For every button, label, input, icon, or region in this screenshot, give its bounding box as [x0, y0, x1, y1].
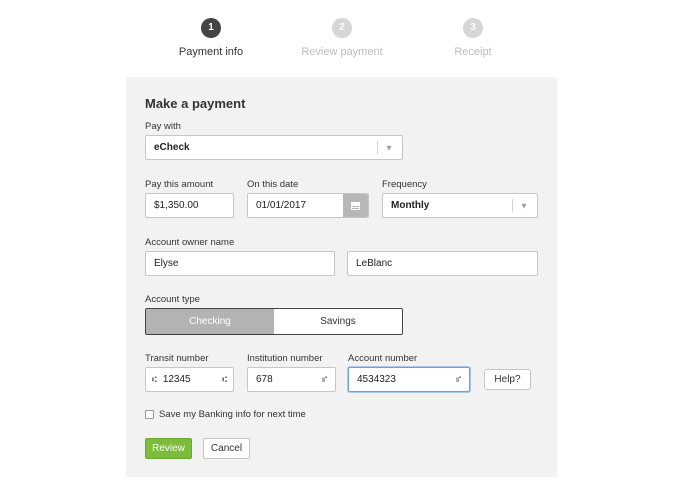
- account-number-label: Account number: [348, 353, 418, 364]
- account-type-label: Account type: [145, 294, 200, 305]
- cancel-button[interactable]: Cancel: [203, 438, 250, 459]
- institution-label: Institution number: [247, 353, 323, 364]
- first-name-input[interactable]: Elyse: [145, 251, 335, 276]
- institution-value: 678: [256, 374, 273, 385]
- step-label: Review payment: [301, 46, 383, 58]
- check-digits-icon: ⑈: [322, 375, 327, 384]
- form-title: Make a payment: [145, 96, 246, 111]
- amount-value: $1,350.00: [154, 200, 199, 211]
- review-button[interactable]: Review: [145, 438, 192, 459]
- institution-input[interactable]: 678 ⑈: [247, 367, 336, 392]
- routing-icon: ⑆: [152, 375, 157, 384]
- last-name-value: LeBlanc: [356, 258, 393, 269]
- step-number: 2: [332, 18, 352, 38]
- transit-value: 12345: [162, 374, 191, 385]
- transit-label: Transit number: [145, 353, 209, 364]
- help-button[interactable]: Help?: [484, 369, 531, 390]
- first-name-value: Elyse: [154, 258, 179, 269]
- check-digits-icon: ⑈: [456, 375, 461, 384]
- frequency-value: Monthly: [391, 200, 430, 211]
- step-label: Receipt: [454, 46, 492, 58]
- last-name-input[interactable]: LeBlanc: [347, 251, 538, 276]
- frequency-label: Frequency: [382, 179, 427, 190]
- save-banking-row: Save my Banking info for next time: [145, 409, 306, 420]
- date-value: 01/01/2017: [256, 200, 307, 211]
- owner-name-label: Account owner name: [145, 237, 235, 248]
- chevron-down-icon: ▼: [520, 201, 528, 210]
- frequency-select[interactable]: Monthly ▼: [382, 193, 538, 218]
- pay-with-select[interactable]: eCheck ▼: [145, 135, 403, 160]
- calendar-icon: [351, 201, 360, 210]
- step-number: 1: [201, 18, 221, 38]
- savings-option[interactable]: Savings: [274, 309, 402, 334]
- routing-icon: ⑆: [222, 375, 227, 384]
- amount-input[interactable]: $1,350.00: [145, 193, 234, 218]
- calendar-button[interactable]: [343, 194, 368, 217]
- save-banking-checkbox[interactable]: [145, 410, 154, 419]
- pay-with-label: Pay with: [145, 121, 181, 132]
- step-label: Payment info: [178, 46, 244, 58]
- pay-with-value: eCheck: [154, 142, 190, 153]
- account-type-toggle: Checking Savings: [145, 308, 403, 335]
- step-review-payment: 2 Review payment: [282, 18, 402, 58]
- step-payment-info: 1 Payment info: [151, 18, 271, 58]
- account-number-value: 4534323: [357, 374, 396, 385]
- account-number-input[interactable]: 4534323 ⑈: [348, 367, 470, 392]
- select-divider: [512, 199, 513, 212]
- payment-form-panel: Make a payment Pay with eCheck ▼ Pay thi…: [126, 77, 557, 477]
- amount-label: Pay this amount: [145, 179, 214, 190]
- step-receipt: 3 Receipt: [413, 18, 533, 58]
- checking-option[interactable]: Checking: [146, 309, 274, 334]
- date-input[interactable]: 01/01/2017: [247, 193, 369, 218]
- chevron-down-icon: ▼: [385, 143, 393, 152]
- step-number: 3: [463, 18, 483, 38]
- date-label: On this date: [247, 179, 299, 190]
- save-banking-label: Save my Banking info for next time: [159, 409, 306, 420]
- select-divider: [377, 141, 378, 154]
- transit-input[interactable]: ⑆ 12345 ⑆: [145, 367, 234, 392]
